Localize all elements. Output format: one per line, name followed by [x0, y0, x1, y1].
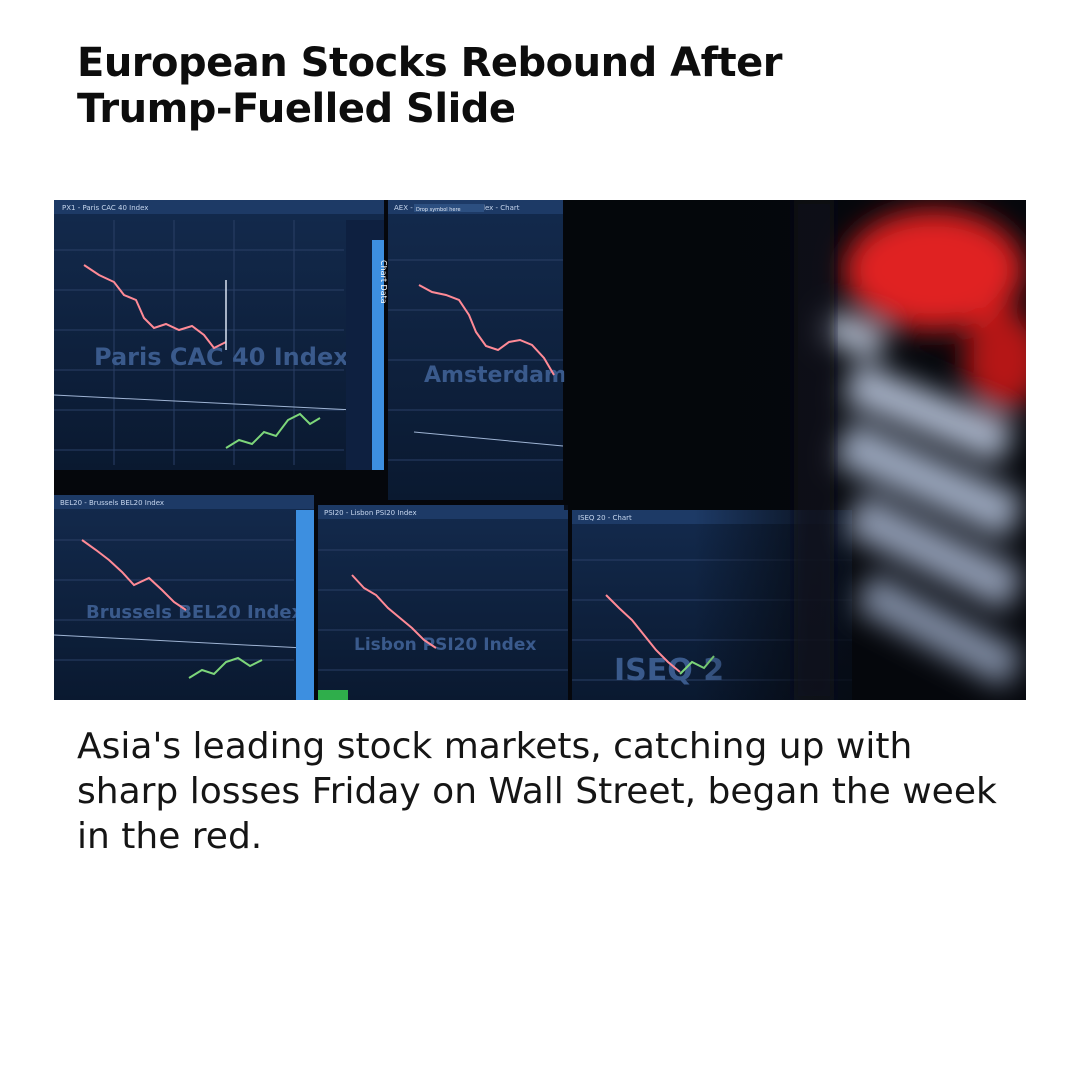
headline-line-1: European Stocks Rebound After — [77, 40, 783, 86]
brussels-watermark: Brussels BEL20 Index — [86, 602, 304, 623]
lisbon-header: PSI20 - Lisbon PSI20 Index — [324, 509, 417, 517]
screen-amsterdam: AEX - Amsterdam AEX Index - Chart Drop s… — [388, 200, 567, 500]
iseq-header: ISEQ 20 - Chart — [578, 514, 632, 522]
article-headline: European Stocks Rebound After Trump-Fuel… — [77, 40, 977, 132]
screen-cac40: PX1 - Paris CAC 40 Index Paris CAC 40 In… — [54, 200, 388, 470]
lisbon-watermark: Lisbon PSI20 Index — [354, 635, 536, 655]
brussels-header: BEL20 - Brussels BEL20 Index — [60, 499, 164, 507]
article-photo-trading-screens: PX1 - Paris CAC 40 Index Paris CAC 40 In… — [54, 200, 1026, 700]
amsterdam-watermark: Amsterdam — [424, 363, 567, 388]
cac-tab-chart-data: Chart Data — [379, 260, 388, 304]
headline-line-2: Trump-Fuelled Slide — [77, 86, 516, 132]
cac-watermark: Paris CAC 40 Index — [94, 343, 349, 371]
screen-lisbon: PSI20 - Lisbon PSI20 Index Lisbon PSI20 … — [318, 505, 568, 700]
article-body: Asia's leading stock markets, catching u… — [77, 726, 997, 857]
screen-brussels: BEL20 - Brussels BEL20 Index Brussels BE… — [54, 495, 314, 700]
drop-symbol-label: Drop symbol here — [416, 207, 461, 213]
cac-header: PX1 - Paris CAC 40 Index — [62, 204, 148, 212]
